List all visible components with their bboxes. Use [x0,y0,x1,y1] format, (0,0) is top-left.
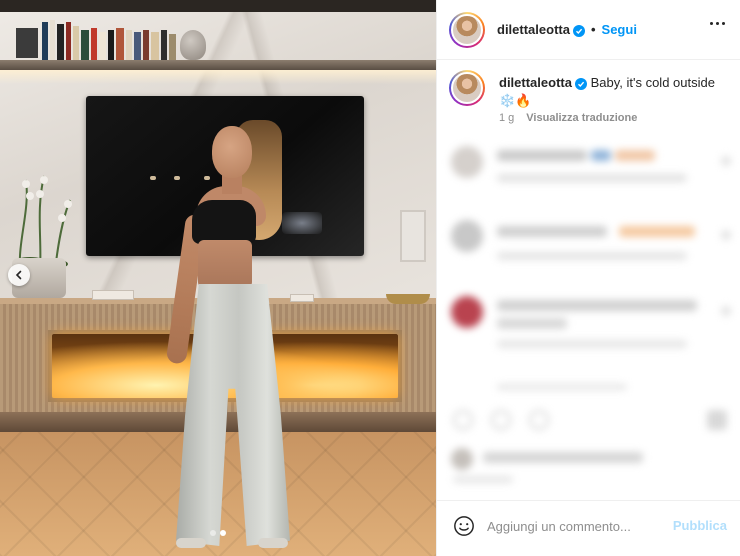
caption-text: Baby, it's cold outside [590,75,715,90]
carousel-dot[interactable] [210,530,216,536]
caption-username[interactable]: dilettaleotta [499,75,572,90]
post-sidebar: dilettaleotta • Segui dilettaleotta Baby, … [436,0,740,556]
comment-composer: Pubblica [437,500,740,556]
caption-meta: 1 g Visualizza traduzione [499,112,637,124]
caption-avatar[interactable] [449,70,485,106]
more-options-icon[interactable] [710,22,725,25]
header-username[interactable]: dilettaleotta [497,22,570,37]
chevron-left-icon [15,270,22,280]
orchid-plant [14,175,72,270]
header-user-line: dilettaleotta • Segui [497,22,637,37]
decorative-vase [180,30,206,60]
wall-panel [400,210,426,262]
carousel-dot-active[interactable] [220,530,226,536]
follow-button[interactable]: Segui [602,22,637,37]
post-caption: dilettaleotta Baby, it's cold outside ❄️… [499,74,725,110]
translate-link[interactable]: Visualizza traduzione [526,112,637,124]
post-header: dilettaleotta • Segui [437,0,740,60]
shelf-light [0,70,436,84]
emoji-icon[interactable] [453,515,475,537]
table-books [92,290,134,300]
table-books-small [290,294,314,302]
comment-input[interactable] [487,515,663,537]
caption-emojis: ❄️🔥 [499,93,532,108]
post-photo[interactable] [0,0,436,556]
wooden-shelf [0,60,436,70]
separator-dot: • [590,22,596,37]
publish-button[interactable]: Pubblica [673,518,727,533]
carousel-prev-button[interactable] [8,264,30,286]
decor-bowl [386,294,430,304]
carousel-dots [210,530,226,536]
verified-badge-icon [572,25,585,37]
verified-badge-icon [574,78,587,90]
post-time: 1 g [499,112,515,124]
top-shelf [0,0,436,12]
tv-reflection [282,212,322,234]
avatar[interactable] [449,12,485,48]
